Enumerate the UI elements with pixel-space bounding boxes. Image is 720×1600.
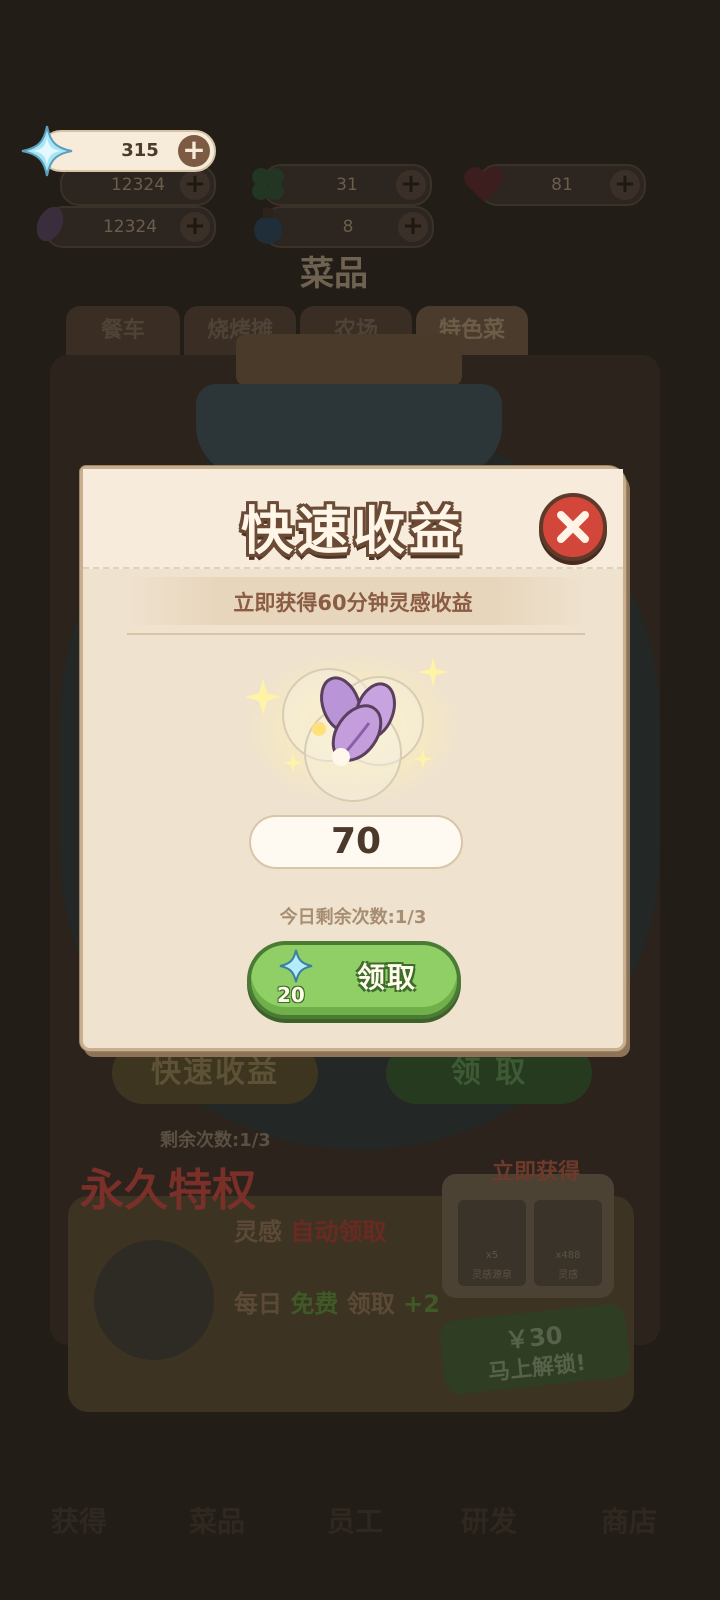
- resource-coins-plus-icon: +: [180, 170, 210, 200]
- nav-research: 研发: [460, 1505, 517, 1538]
- resource-heart-value: 81: [551, 175, 573, 195]
- reward-item-potion-qty: x5: [485, 1250, 499, 1261]
- nav-staff: 员工: [326, 1505, 383, 1538]
- instant-reward-label: 立即获得: [492, 1160, 581, 1185]
- diamond-icon: [21, 125, 73, 177]
- diamond-count: 315: [121, 140, 159, 161]
- resource-heart-plus-icon: +: [610, 170, 640, 200]
- resource-heart: 81 +: [464, 164, 646, 206]
- reward-item-potion-name: 灵感源泉: [472, 1270, 512, 1281]
- resource-clover-value: 31: [336, 175, 358, 195]
- reward-amount-box: 70: [249, 815, 463, 869]
- nav-obtain: 获得: [50, 1505, 107, 1538]
- bg-remaining-count: 剩余次数:1/3: [160, 1130, 271, 1151]
- resource-inspiration: 12324 +: [36, 206, 216, 248]
- reward-item-inspiration-qty: x488: [555, 1250, 581, 1261]
- promo-line2-highlight: 免费: [290, 1290, 339, 1318]
- resource-clover-plus-icon: +: [396, 170, 426, 200]
- jar-lid: [236, 334, 462, 386]
- section-title: 菜品: [300, 254, 368, 294]
- heart-icon: [464, 167, 504, 202]
- resource-inspiration-plus-icon: +: [180, 212, 210, 242]
- nav-shop: 商店: [600, 1505, 657, 1538]
- resource-potion: 8 +: [254, 206, 434, 248]
- reward-amount: 70: [330, 821, 382, 862]
- close-icon: [557, 511, 589, 543]
- bg-claim-button: 领 取: [386, 1042, 592, 1104]
- promo-line1-prefix: 灵感: [234, 1218, 282, 1246]
- reward-item-inspiration-name: 灵感: [558, 1270, 578, 1281]
- promo-line2-prefix: 每日: [234, 1290, 282, 1318]
- promo-line2-mid: 领取: [346, 1290, 395, 1318]
- divider: [127, 633, 585, 635]
- promo-line2-bonus: +2: [403, 1290, 440, 1318]
- promo-line1: 灵感 自动领取: [234, 1212, 386, 1247]
- nav-dishes: 菜品: [188, 1505, 245, 1538]
- inspiration-reward-icon: [243, 651, 463, 807]
- resource-inspiration-value: 12324: [102, 217, 158, 237]
- promo-character-avatar: [94, 1240, 214, 1360]
- resource-potion-plus-icon: +: [398, 212, 428, 242]
- close-button[interactable]: [539, 493, 607, 561]
- potion-icon: [254, 208, 282, 244]
- jar-neck: [196, 384, 502, 476]
- claim-label: 领取: [356, 961, 417, 994]
- unlock-button: ￥30 马上解锁!: [438, 1302, 632, 1396]
- inspiration-leaf-icon: [36, 206, 64, 242]
- claim-cost: 20: [277, 983, 305, 1007]
- promo-line2: 每日 免费 领取 +2: [234, 1284, 440, 1319]
- resource-clover: 31 +: [252, 164, 432, 206]
- claim-button[interactable]: 20 领取: [247, 941, 461, 1019]
- bg-quick-income-button: 快速收益: [112, 1042, 318, 1104]
- add-diamonds-button[interactable]: +: [178, 135, 210, 167]
- tab-food-truck: 餐车: [66, 306, 180, 356]
- dialog-subtitle: 立即获得60分钟灵感收益: [233, 591, 473, 615]
- clover-icon: [252, 168, 284, 200]
- promo-line1-highlight: 自动领取: [290, 1218, 387, 1246]
- reward-item-potion: x5 灵感源泉: [458, 1200, 526, 1286]
- permanent-privilege-banner: 永久特权 灵感 自动领取 每日 免费 领取 +2 立即获得 x5 灵感源泉 x4…: [68, 1160, 634, 1412]
- promo-title: 永久特权: [80, 1165, 256, 1216]
- diamond-icon: [279, 949, 313, 983]
- instant-reward-box: 立即获得 x5 灵感源泉 x488 灵感: [442, 1160, 614, 1298]
- quick-income-dialog: 快速收益 立即获得60分钟灵感收益 70 今日剩余次数:1/3 20 领取: [80, 466, 626, 1051]
- resource-coins-value: 12324: [110, 175, 166, 195]
- reward-item-inspiration: x488 灵感: [534, 1200, 602, 1286]
- resource-potion-value: 8: [342, 217, 354, 237]
- remaining-today: 今日剩余次数:1/3: [279, 907, 427, 928]
